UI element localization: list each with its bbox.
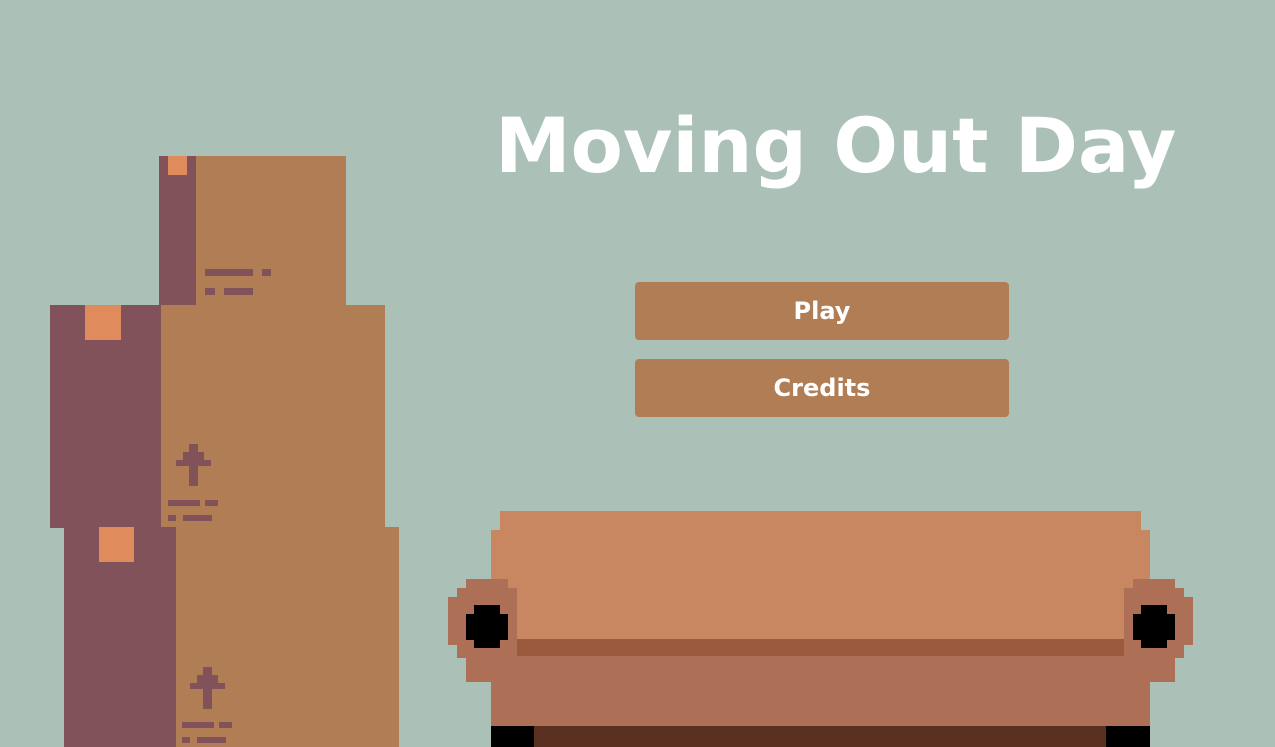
play-button[interactable]: Play xyxy=(635,282,1009,340)
main-menu-screen: Moving Out Day Play Credits xyxy=(0,0,1275,747)
game-title: Moving Out Day xyxy=(495,101,1177,190)
credits-button[interactable]: Credits xyxy=(635,359,1009,417)
